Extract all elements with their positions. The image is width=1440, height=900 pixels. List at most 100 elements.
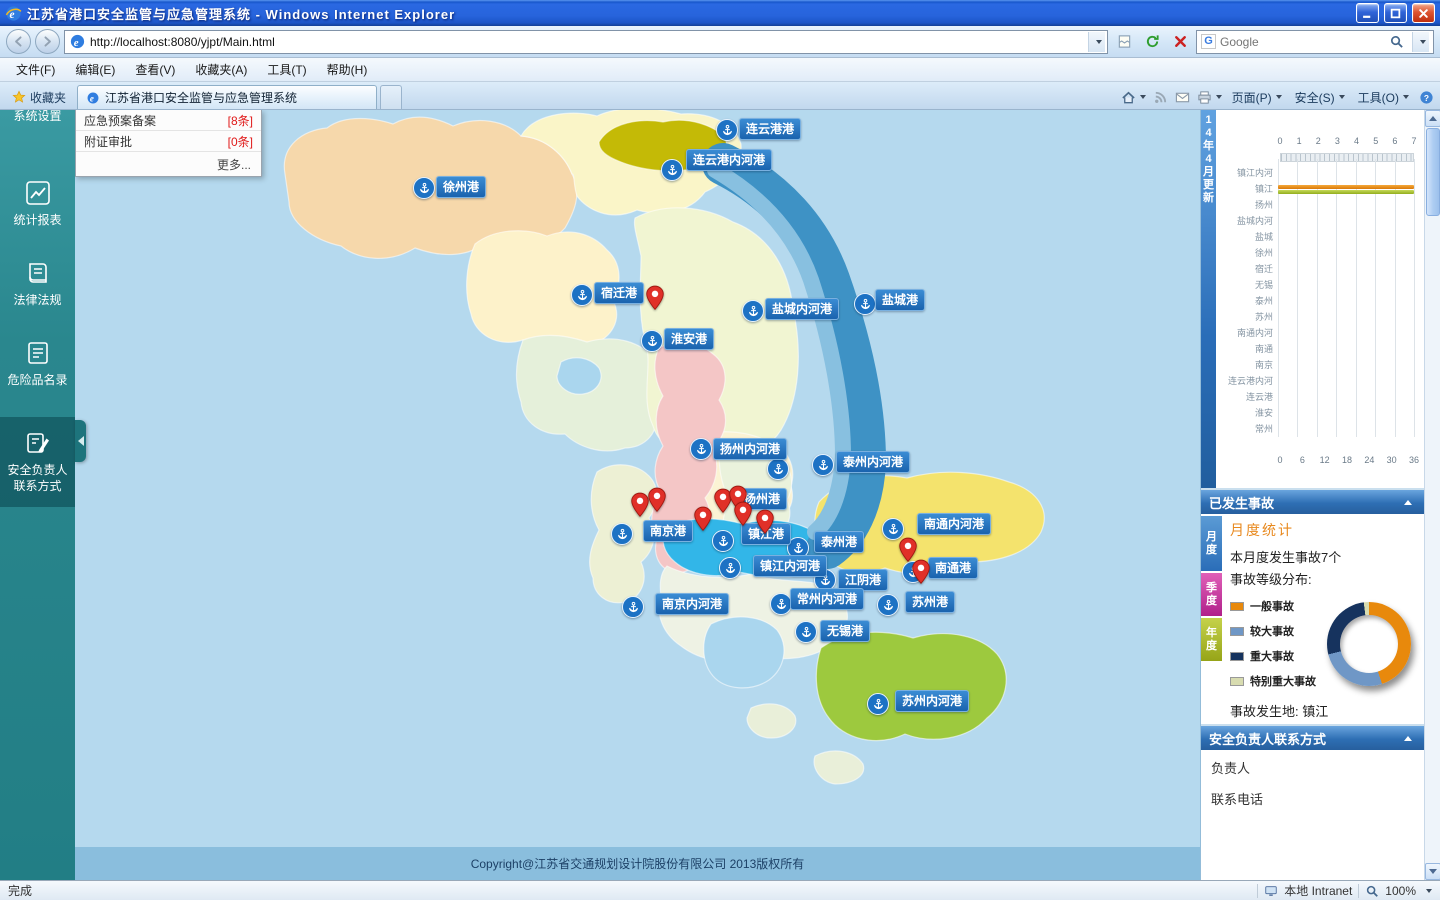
close-button[interactable] xyxy=(1412,3,1435,23)
accident-pin-icon[interactable] xyxy=(756,509,774,535)
home-button[interactable] xyxy=(1121,90,1146,105)
menu-item[interactable]: 查看(V) xyxy=(125,58,185,81)
browser-tab[interactable]: e 江苏省港口安全监管与应急管理系统 xyxy=(77,85,377,109)
port-label[interactable]: 连云港内河港 xyxy=(686,149,772,171)
port-label[interactable]: 盐城港 xyxy=(875,289,925,311)
accident-pin-icon[interactable] xyxy=(912,559,930,585)
accidents-panel-header[interactable]: 已发生事故 xyxy=(1201,490,1424,514)
port-label[interactable]: 苏州内河港 xyxy=(895,690,969,712)
back-button[interactable] xyxy=(6,29,31,54)
port-anchor-icon[interactable] xyxy=(867,693,889,715)
port-anchor-icon[interactable] xyxy=(611,523,633,545)
search-dropdown[interactable] xyxy=(1412,32,1429,52)
stop-button[interactable] xyxy=(1168,30,1192,54)
collapse-up-icon[interactable] xyxy=(1400,731,1416,745)
port-label[interactable]: 南通内河港 xyxy=(917,513,991,535)
sidebar-item[interactable]: 统计报表 xyxy=(0,176,75,232)
port-label[interactable]: 盐城内河港 xyxy=(765,298,839,320)
port-label[interactable]: 扬州内河港 xyxy=(713,438,787,460)
accident-tab-年度[interactable]: 年度 xyxy=(1201,618,1222,661)
accident-pin-icon[interactable] xyxy=(734,501,752,527)
port-anchor-icon[interactable] xyxy=(877,594,899,616)
favorites-button[interactable]: 收藏夹 xyxy=(4,85,74,109)
port-anchor-icon[interactable] xyxy=(767,458,789,480)
port-anchor-icon[interactable] xyxy=(622,596,644,618)
accident-pin-icon[interactable] xyxy=(646,285,664,311)
collapse-up-icon[interactable] xyxy=(1400,495,1416,509)
port-label[interactable]: 苏州港 xyxy=(905,591,955,613)
scroll-up-button[interactable] xyxy=(1425,110,1440,127)
port-label[interactable]: 泰州内河港 xyxy=(836,451,910,473)
quick-menu-item[interactable]: 应急预案备案[8条] xyxy=(76,110,261,131)
port-anchor-icon[interactable] xyxy=(641,330,663,352)
menu-item[interactable]: 收藏夹(A) xyxy=(185,58,257,81)
port-label[interactable]: 常州内河港 xyxy=(790,588,864,610)
port-label[interactable]: 泰州港 xyxy=(814,531,864,553)
chart-bar-row xyxy=(1278,373,1414,389)
print-button[interactable] xyxy=(1197,90,1222,105)
read-mail-button[interactable] xyxy=(1175,90,1190,105)
menu-item[interactable]: 文件(F) xyxy=(6,58,65,81)
port-anchor-icon[interactable] xyxy=(854,293,876,315)
legend-label: 一般事故 xyxy=(1250,598,1294,614)
command-button[interactable]: 工具(O) xyxy=(1355,89,1412,106)
vertical-scrollbar[interactable] xyxy=(1424,110,1440,880)
scroll-down-button[interactable] xyxy=(1425,863,1440,880)
port-label[interactable]: 宿迁港 xyxy=(594,282,644,304)
port-anchor-icon[interactable] xyxy=(661,159,683,181)
compatibility-view-button[interactable] xyxy=(1112,30,1136,54)
port-anchor-icon[interactable] xyxy=(719,557,741,579)
accident-tab-月度[interactable]: 月度 xyxy=(1201,516,1222,571)
feeds-button[interactable] xyxy=(1153,90,1168,105)
port-anchor-icon[interactable] xyxy=(690,438,712,460)
port-anchor-icon[interactable] xyxy=(742,300,764,322)
sidebar-collapse-handle[interactable] xyxy=(75,420,86,462)
help-button[interactable]: ? xyxy=(1419,90,1434,105)
zoom-level[interactable]: 100% xyxy=(1385,884,1416,898)
command-button[interactable]: 安全(S) xyxy=(1292,89,1348,106)
search-input[interactable] xyxy=(1220,35,1380,49)
port-label[interactable]: 南京港 xyxy=(643,520,693,542)
port-anchor-icon[interactable] xyxy=(413,177,435,199)
new-tab-stub[interactable] xyxy=(380,85,402,109)
accident-pin-icon[interactable] xyxy=(694,506,712,532)
menu-item[interactable]: 工具(T) xyxy=(257,58,316,81)
search-button[interactable] xyxy=(1384,30,1408,54)
address-input[interactable] xyxy=(90,35,1084,49)
port-label[interactable]: 徐州港 xyxy=(436,176,486,198)
port-anchor-icon[interactable] xyxy=(712,530,734,552)
menu-item[interactable]: 帮助(H) xyxy=(317,58,378,81)
maximize-button[interactable] xyxy=(1384,3,1407,23)
port-label[interactable]: 南通港 xyxy=(928,557,978,579)
port-label[interactable]: 淮安港 xyxy=(664,328,714,350)
zoom-dropdown-icon[interactable] xyxy=(1426,889,1432,893)
port-label[interactable]: 镇江内河港 xyxy=(753,555,827,577)
scroll-thumb[interactable] xyxy=(1426,128,1440,216)
sidebar-item[interactable]: 安全负责人联系方式 xyxy=(0,417,75,507)
command-button[interactable]: 页面(P) xyxy=(1229,89,1285,106)
menu-item[interactable]: 编辑(E) xyxy=(65,58,125,81)
map-area[interactable]: 连云港港连云港内河港徐州港宿迁港淮安港盐城内河港盐城港扬州内河港泰州内河港扬州港… xyxy=(75,110,1200,880)
sidebar-item[interactable]: 法律法规 xyxy=(0,256,75,312)
quick-menu-more[interactable]: 更多... xyxy=(76,152,261,176)
quick-menu-item[interactable]: 附证审批[0条] xyxy=(76,131,261,152)
forward-button[interactable] xyxy=(35,29,60,54)
port-anchor-icon[interactable] xyxy=(716,119,738,141)
port-label[interactable]: 无锡港 xyxy=(820,620,870,642)
port-anchor-icon[interactable] xyxy=(795,621,817,643)
port-anchor-icon[interactable] xyxy=(812,454,834,476)
axis-tick: 18 xyxy=(1342,455,1352,465)
port-label[interactable]: 南京内河港 xyxy=(655,593,729,615)
port-anchor-icon[interactable] xyxy=(571,284,593,306)
sidebar-item-top[interactable]: 系统设置 xyxy=(0,110,75,121)
address-dropdown[interactable] xyxy=(1088,32,1105,52)
minimize-button[interactable] xyxy=(1356,3,1379,23)
sidebar-item[interactable]: 危险品名录 xyxy=(0,336,75,392)
accident-tab-季度[interactable]: 季度 xyxy=(1201,573,1222,616)
refresh-button[interactable] xyxy=(1140,30,1164,54)
port-label[interactable]: 连云港港 xyxy=(739,118,801,140)
port-anchor-icon[interactable] xyxy=(770,593,792,615)
accident-pin-icon[interactable] xyxy=(631,492,649,518)
contact-panel-header[interactable]: 安全负责人联系方式 xyxy=(1201,726,1424,750)
accident-pin-icon[interactable] xyxy=(648,487,666,513)
